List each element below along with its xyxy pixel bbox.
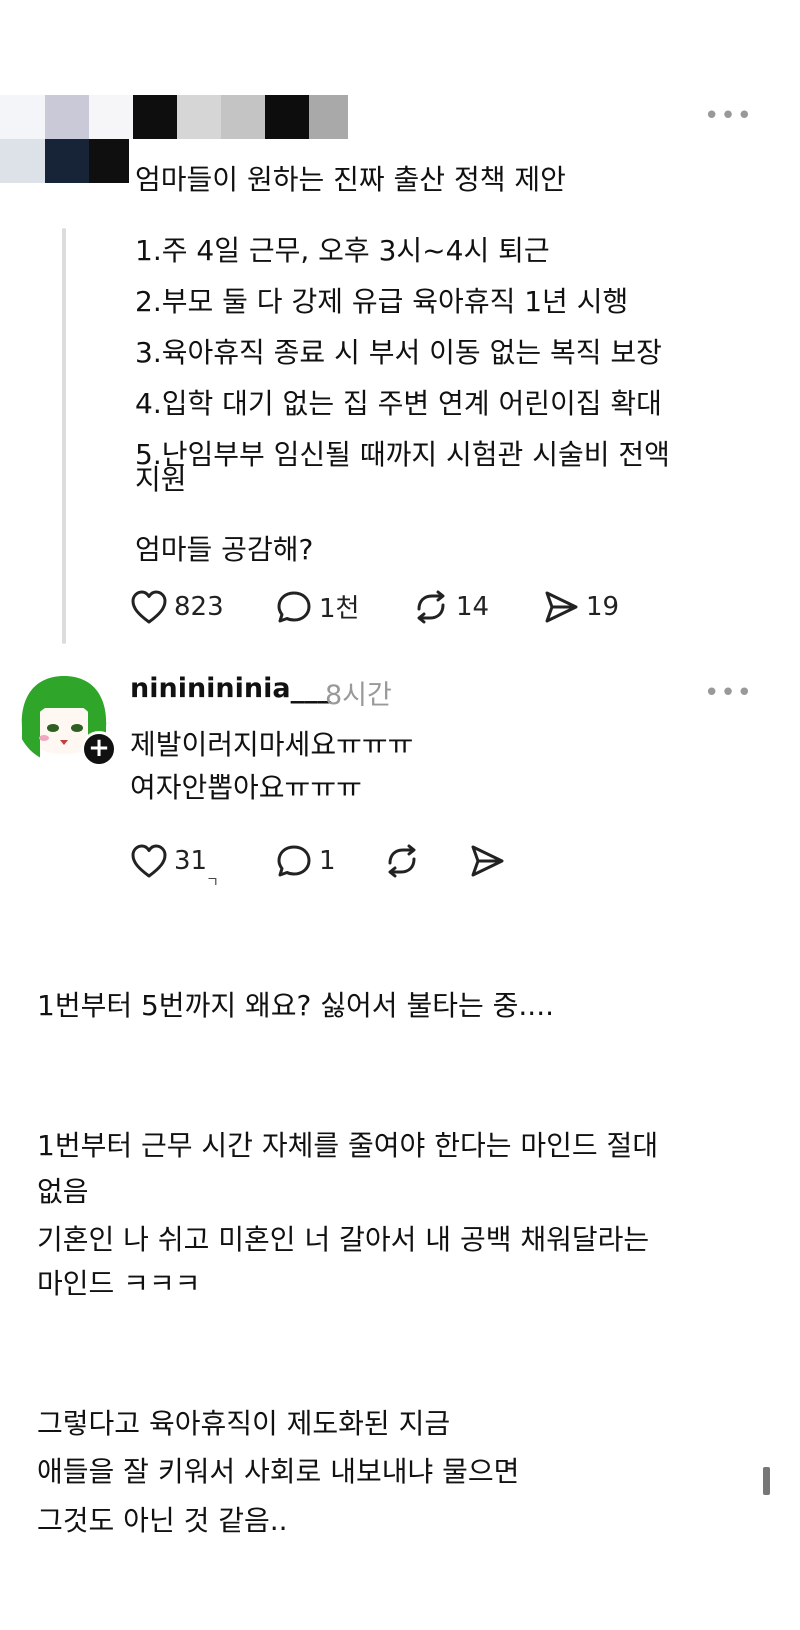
stray-mark: ㄱ (206, 875, 219, 891)
heart-icon (130, 589, 168, 625)
send-icon (468, 843, 506, 879)
reply-comment-count: 1 (319, 846, 336, 876)
reply-repost-button[interactable] (383, 843, 468, 879)
commentary-paragraph: 1번부터 5번까지 왜요? 싫어서 불타는 중.... (37, 989, 554, 1022)
commentary-line: 기혼인 나 쉬고 미혼인 너 갈아서 내 공백 채워달라는 (37, 1223, 650, 1256)
heart-icon (130, 843, 168, 879)
repost-icon (383, 843, 421, 879)
commentary-line: 마인드 ㅋㅋㅋ (37, 1267, 201, 1300)
repost-icon (412, 589, 450, 625)
comment-bubble-icon (275, 589, 313, 625)
scrollbar-thumb[interactable] (763, 1467, 770, 1495)
commentary-line: 그렇다고 육아휴직이 제도화된 지금 (37, 1407, 451, 1440)
policy-item: 3.육아휴직 종료 시 부서 이동 없는 복직 보장 (135, 336, 662, 369)
commentary-line: 없음 (37, 1175, 89, 1208)
comment-button[interactable]: 1천 (275, 588, 412, 625)
thread-line (62, 228, 66, 644)
policy-list: 1.주 4일 근무, 오후 3시~4시 퇴근 2.부모 둘 다 강제 유급 육아… (135, 225, 670, 480)
comment-bubble-icon (275, 843, 313, 879)
share-button[interactable]: 19 (542, 589, 619, 625)
reply-text-line: 제발이러지마세요ㅠㅠㅠ (130, 728, 414, 761)
reply-comment-button[interactable]: 1 (275, 843, 383, 879)
post-actions: 823 1천 14 19 (130, 588, 619, 625)
reply-like-count: 31 (174, 846, 208, 876)
policy-item: 2.부모 둘 다 강제 유급 육아휴직 1년 시행 (135, 285, 629, 318)
reply-actions: 31 1 (130, 843, 506, 879)
reply-username[interactable]: nininininia___ (130, 673, 331, 704)
repost-count: 14 (456, 591, 490, 622)
send-icon (542, 589, 580, 625)
policy-item: 5.난임부부 임신될 때까지 시험관 시술비 전액 (135, 438, 670, 471)
commentary-line: 애들을 잘 키워서 사회로 내보내냐 물으면 (37, 1455, 520, 1488)
policy-item: 4.입학 대기 없는 집 주변 연계 어린이집 확대 (135, 387, 662, 420)
reply-more-options-icon[interactable]: ••• (704, 680, 753, 706)
repost-button[interactable]: 14 (412, 589, 542, 625)
commentary-line: 1번부터 근무 시간 자체를 줄여야 한다는 마인드 절대 (37, 1129, 659, 1162)
like-button[interactable]: 823 (130, 589, 275, 625)
like-count: 823 (174, 591, 224, 622)
comment-count: 1천 (319, 594, 360, 624)
post-question: 엄마들 공감해? (135, 533, 314, 566)
share-count: 19 (586, 591, 620, 622)
reply-text-line: 여자안뽑아요ㅠㅠㅠ (130, 771, 362, 804)
reply-timestamp: 8시간 (325, 680, 392, 711)
post-more-options-icon[interactable]: ••• (704, 103, 753, 129)
reply-share-button[interactable] (468, 843, 506, 879)
policy-item-continuation: 지원 (135, 463, 187, 496)
reply-like-button[interactable]: 31 (130, 843, 275, 879)
policy-item: 1.주 4일 근무, 오후 3시~4시 퇴근 (135, 234, 550, 267)
follow-plus-button[interactable]: + (81, 731, 117, 767)
commentary-line: 그것도 아닌 것 같음.. (37, 1504, 288, 1537)
post-title: 엄마들이 원하는 진짜 출산 정책 제안 (135, 163, 566, 196)
